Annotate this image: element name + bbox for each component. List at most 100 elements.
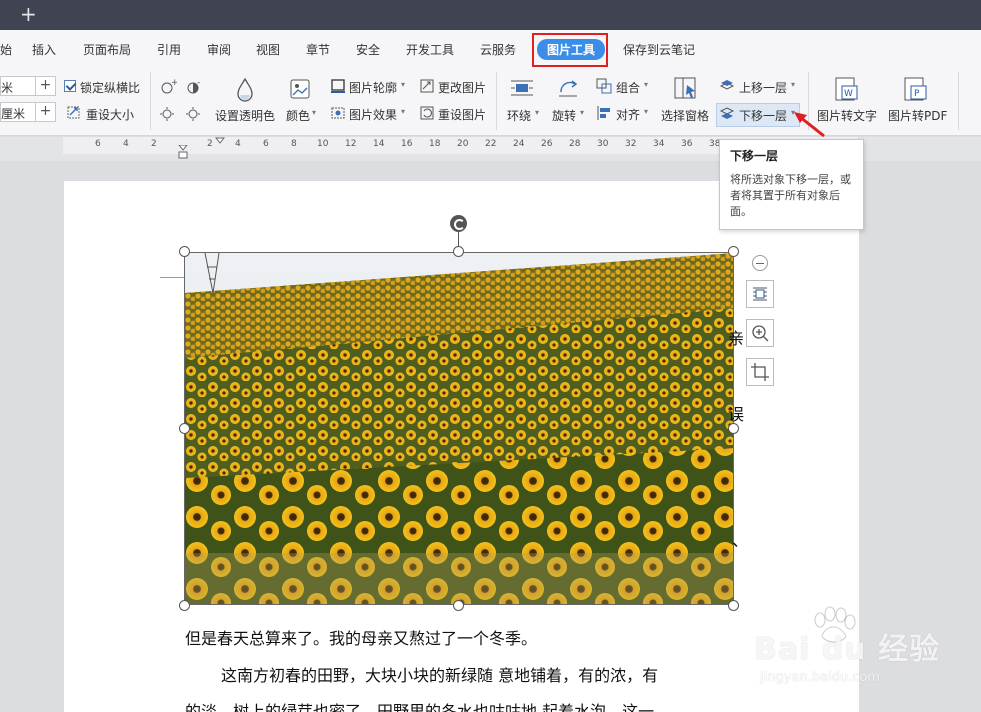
indent-marker-icon[interactable] (178, 145, 188, 159)
rotate-icon[interactable] (555, 76, 581, 100)
ruler-number: 32 (625, 139, 637, 149)
tab-references[interactable]: 引用 (157, 41, 181, 58)
document-page[interactable]: 亲 误 、 但是春天总算来了。我的母亲又熬过了一个冬季。 这南方初春的田野，大块… (64, 181, 859, 712)
layout-options-button[interactable] (746, 280, 774, 308)
picture-outline-icon[interactable] (330, 78, 346, 94)
reset-picture-label[interactable]: 重设图片 (438, 106, 486, 123)
group-icon[interactable] (596, 78, 612, 94)
height-unit: 米 (1, 81, 14, 95)
paragraph-line-2[interactable]: 这南方初春的田野，大块小块的新绿随 意地铺着，有的浓，有 (221, 662, 658, 686)
picture-to-pdf-label[interactable]: 图片转PDF (888, 107, 947, 124)
send-backward-tooltip: 下移一层 将所选对象下移一层，或者将其置于所有对象后面。 (719, 139, 864, 230)
ruler-number: 16 (401, 139, 413, 149)
baidu-jingyan-watermark: Bai du 经验 jingyan.baidu.com (750, 606, 978, 706)
tab-review[interactable]: 审阅 (207, 41, 231, 58)
width-unit: 厘米 (1, 107, 26, 121)
tab-section[interactable]: 章节 (306, 41, 330, 58)
align-icon[interactable] (596, 105, 612, 121)
tab-page-layout[interactable]: 页面布局 (83, 41, 131, 58)
tab-save-to-cloud-note[interactable]: 保存到云笔记 (623, 41, 695, 58)
ruler-number: 34 (653, 139, 665, 149)
wrap-label[interactable]: 环绕 (507, 107, 531, 124)
svg-text:W: W (844, 89, 853, 99)
ruler-number: 2 (207, 139, 213, 149)
change-picture-label[interactable]: 更改图片 (438, 79, 486, 96)
picture-outline-label[interactable]: 图片轮廓 (349, 79, 397, 96)
resize-handle[interactable] (453, 600, 464, 611)
ruler-number: 36 (681, 139, 693, 149)
send-backward-label[interactable]: 下移一层 (739, 107, 787, 124)
change-picture-icon[interactable] (419, 78, 435, 94)
crop-button[interactable] (746, 358, 774, 386)
collapse-minus-icon[interactable] (752, 255, 768, 271)
set-transparent-label[interactable]: 设置透明色 (215, 107, 275, 124)
tab-security[interactable]: 安全 (356, 41, 380, 58)
reset-picture-icon[interactable] (419, 105, 435, 121)
text-fragment: 误 (728, 405, 745, 424)
paragraph-line-3[interactable]: 的淡，树上的绿芽也密了，田野里的冬水也咕咕地 起着水泡。这一 (185, 698, 654, 712)
tab-cloud-service[interactable]: 云服务 (480, 41, 516, 58)
ruler-number: 4 (235, 139, 241, 149)
rotate-label[interactable]: 旋转 (552, 107, 576, 124)
transparent-color-icon[interactable] (233, 76, 257, 104)
ruler-number: 6 (95, 139, 101, 149)
resize-handle[interactable] (453, 246, 464, 257)
selection-pane-label[interactable]: 选择窗格 (661, 107, 709, 124)
wrap-text-icon[interactable] (509, 76, 535, 100)
height-increase-button[interactable]: + (35, 77, 55, 95)
red-arrow-annotation (794, 112, 825, 138)
reset-size-label[interactable]: 重设大小 (86, 106, 134, 123)
brightness-up-icon[interactable]: + (159, 78, 177, 96)
picture-effect-label[interactable]: 图片效果 (349, 106, 397, 123)
resize-handle[interactable] (179, 600, 190, 611)
picture-effect-icon[interactable] (330, 105, 346, 121)
color-label[interactable]: 颜色 (286, 107, 310, 124)
tooltip-body: 将所选对象下移一层，或者将其置于所有对象后面。 (730, 173, 851, 218)
contrast-up-icon[interactable]: - (185, 78, 203, 96)
new-tab-plus-icon[interactable]: + (20, 3, 37, 25)
ruler-number: 10 (317, 139, 329, 149)
layout-options-icon (753, 287, 767, 301)
text-fragment: 亲 (728, 329, 745, 348)
width-input[interactable]: 厘米 + (0, 102, 56, 122)
rotate-handle-icon[interactable] (450, 215, 467, 232)
watermark-url: jingyan.baidu.com (760, 670, 880, 685)
color-picture-icon[interactable] (288, 77, 312, 101)
picture-to-text-icon[interactable]: W (833, 76, 859, 104)
first-line-indent-icon[interactable] (215, 137, 225, 145)
send-backward-icon[interactable] (719, 106, 735, 122)
text-fragment: 、 (732, 531, 749, 550)
contrast-down-icon[interactable] (185, 104, 203, 122)
lock-ratio-checkbox[interactable] (64, 80, 76, 92)
reset-size-icon[interactable] (66, 105, 82, 121)
resize-handle[interactable] (179, 423, 190, 434)
zoom-picture-button[interactable] (746, 319, 774, 347)
resize-handle[interactable] (728, 600, 739, 611)
height-input[interactable]: 米 + (0, 76, 56, 96)
tab-start[interactable]: 始 (0, 41, 12, 58)
svg-text:P: P (914, 89, 920, 99)
paragraph-line-1[interactable]: 但是春天总算来了。我的母亲又熬过了一个冬季。 (185, 625, 537, 649)
ruler-number: 6 (263, 139, 269, 149)
tab-developer-tools[interactable]: 开发工具 (406, 41, 454, 58)
bring-forward-label[interactable]: 上移一层 (739, 79, 787, 96)
bring-forward-icon[interactable] (719, 78, 735, 94)
tab-insert[interactable]: 插入 (32, 41, 56, 58)
resize-handle[interactable] (728, 246, 739, 257)
lock-ratio-label: 锁定纵横比 (80, 81, 141, 95)
width-increase-button[interactable]: + (35, 103, 55, 121)
picture-to-pdf-icon[interactable]: P (902, 76, 928, 104)
group-label[interactable]: 组合 (616, 79, 640, 96)
ruler-number: 14 (373, 139, 385, 149)
ruler-number: 18 (429, 139, 441, 149)
brightness-down-icon[interactable] (159, 104, 177, 122)
sunflower-field-image[interactable] (184, 252, 734, 605)
ruler-number: 26 (541, 139, 553, 149)
ruler-number: 22 (485, 139, 497, 149)
align-label[interactable]: 对齐 (616, 106, 640, 123)
resize-handle[interactable] (179, 246, 190, 257)
selection-pane-icon[interactable] (673, 76, 699, 102)
zoom-in-icon (752, 325, 769, 342)
ruler-number: 24 (513, 139, 525, 149)
tab-view[interactable]: 视图 (256, 41, 280, 58)
